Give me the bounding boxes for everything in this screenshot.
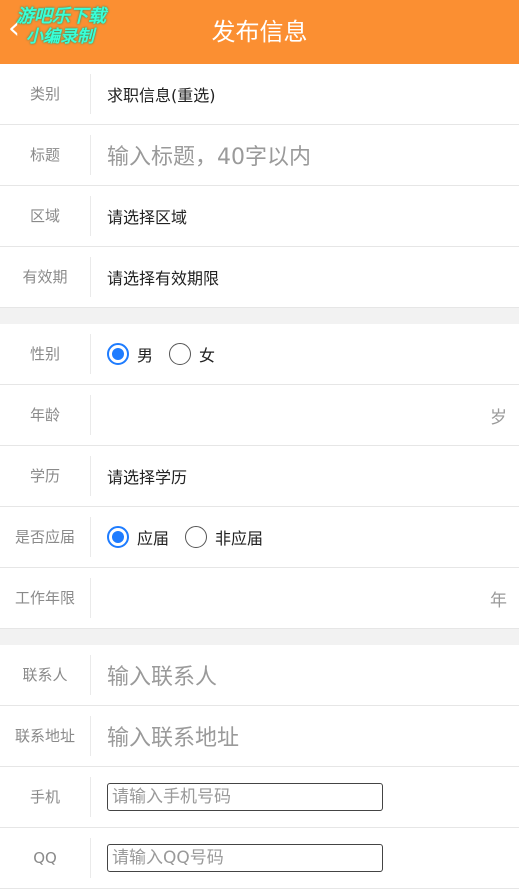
area-label: 区域 [0, 196, 91, 236]
education-row[interactable]: 学历 请选择学历 [0, 446, 519, 507]
personal-info-section: 性别 男 女 年龄 岁 学历 请选择学历 是否应届 应届 非应届 工作年限 年 [0, 324, 519, 629]
address-row: 联系地址 输入联系地址 [0, 706, 519, 767]
graduate-no-label[interactable]: 非应届 [215, 525, 263, 549]
area-row[interactable]: 区域 请选择区域 [0, 186, 519, 247]
age-unit: 岁 [490, 407, 507, 428]
gender-radio-group: 男 女 [91, 342, 231, 366]
contact-label: 联系人 [0, 655, 91, 695]
age-row[interactable]: 年龄 岁 [0, 385, 519, 446]
basic-info-section: 类别 求职信息(重选) 标题 输入标题，40字以内 区域 请选择区域 有效期 请… [0, 64, 519, 308]
education-label: 学历 [0, 456, 91, 496]
address-input[interactable]: 输入联系地址 [91, 720, 239, 752]
graduate-label: 是否应届 [0, 517, 91, 557]
phone-input[interactable]: 请输入手机号码 [107, 783, 383, 811]
graduate-yes-label[interactable]: 应届 [137, 525, 169, 549]
age-label: 年龄 [0, 395, 91, 435]
validity-label: 有效期 [0, 257, 91, 297]
gender-male-label[interactable]: 男 [137, 342, 153, 366]
app-header: 游吧乐下载 小编录制 ‹ 发布信息 [0, 0, 519, 64]
education-select[interactable]: 请选择学历 [91, 464, 187, 488]
qq-input[interactable]: 请输入QQ号码 [107, 844, 383, 872]
graduate-radio-group: 应届 非应届 [91, 525, 279, 549]
contact-info-section: 联系人 输入联系人 联系地址 输入联系地址 手机 请输入手机号码 QQ 请输入Q… [0, 645, 519, 889]
qq-row: QQ 请输入QQ号码 [0, 828, 519, 889]
title-label: 标题 [0, 135, 91, 175]
gender-male-radio[interactable] [107, 343, 129, 365]
category-value[interactable]: 求职信息(重选) [91, 82, 216, 106]
page-title: 发布信息 [211, 18, 308, 46]
category-row[interactable]: 类别 求职信息(重选) [0, 64, 519, 125]
phone-label: 手机 [0, 777, 91, 817]
gender-label: 性别 [0, 334, 91, 374]
address-label: 联系地址 [0, 716, 91, 756]
work-years-row[interactable]: 工作年限 年 [0, 568, 519, 629]
area-select[interactable]: 请选择区域 [91, 204, 187, 228]
validity-row[interactable]: 有效期 请选择有效期限 [0, 247, 519, 308]
phone-row: 手机 请输入手机号码 [0, 767, 519, 828]
title-input[interactable]: 输入标题，40字以内 [91, 139, 311, 171]
gender-row: 性别 男 女 [0, 324, 519, 385]
work-years-unit: 年 [490, 590, 507, 611]
gender-female-radio[interactable] [169, 343, 192, 365]
qq-label: QQ [0, 838, 91, 878]
section-divider [0, 629, 519, 645]
contact-row: 联系人 输入联系人 [0, 645, 519, 706]
title-row: 标题 输入标题，40字以内 [0, 125, 519, 186]
category-label: 类别 [0, 74, 91, 114]
validity-select[interactable]: 请选择有效期限 [91, 265, 219, 289]
graduate-yes-radio[interactable] [107, 526, 129, 548]
graduate-no-radio[interactable] [185, 526, 208, 548]
gender-female-label[interactable]: 女 [199, 342, 215, 366]
section-divider [0, 308, 519, 324]
work-years-label: 工作年限 [0, 578, 91, 618]
contact-input[interactable]: 输入联系人 [91, 659, 217, 691]
graduate-row: 是否应届 应届 非应届 [0, 507, 519, 568]
